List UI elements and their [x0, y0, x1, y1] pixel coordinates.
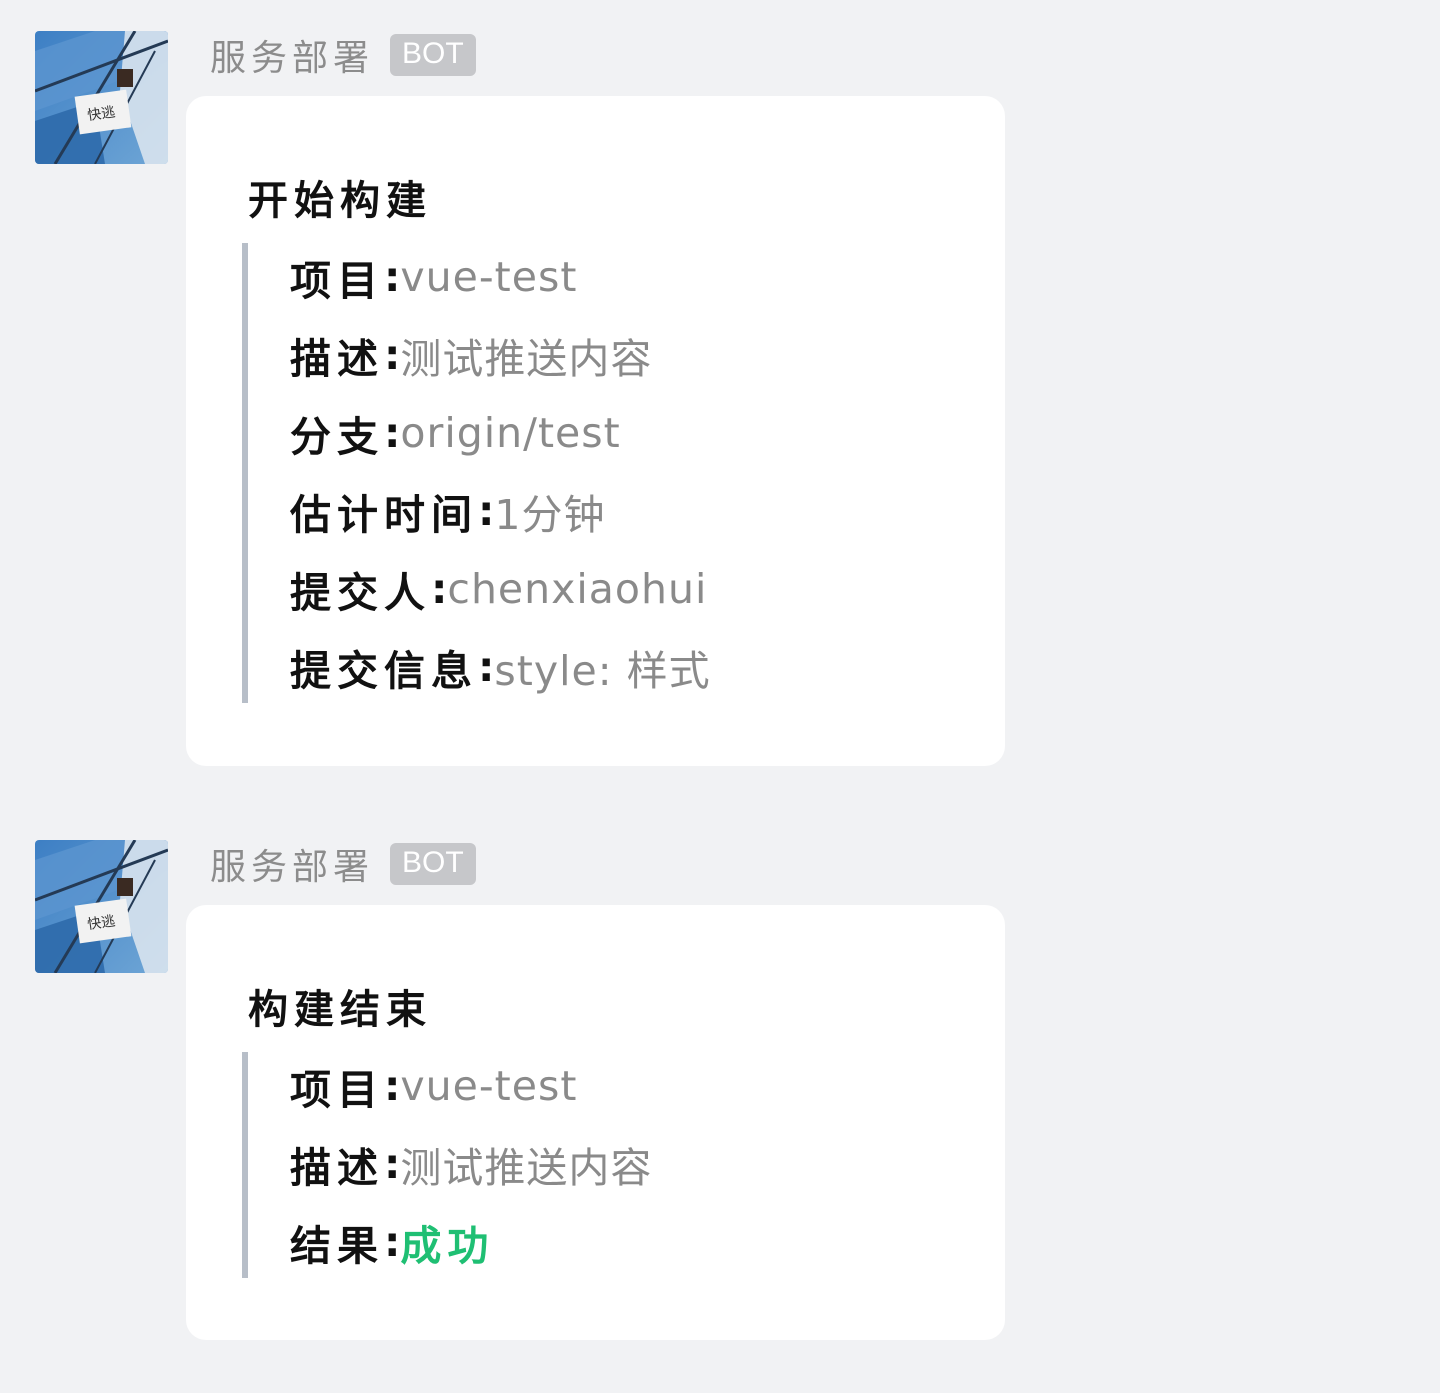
field-result: 结果: 成功	[248, 1203, 652, 1281]
field-branch: 分支: origin/test	[248, 394, 711, 472]
sender-name[interactable]: 服务部署	[210, 29, 374, 81]
field-separator: :	[384, 1140, 401, 1188]
field-value: chenxiaohui	[447, 565, 708, 613]
status-value-success: 成功	[400, 1222, 495, 1270]
field-separator: :	[384, 331, 401, 379]
field-separator: :	[384, 1062, 401, 1110]
bot-badge: BOT	[390, 843, 476, 885]
field-separator: :	[478, 643, 495, 691]
card-title: 开始构建	[248, 177, 432, 224]
field-estimated-time: 估计时间:1分钟	[248, 472, 711, 550]
field-label: 描述	[290, 1144, 384, 1192]
field-value: vue-test	[400, 1062, 578, 1110]
sender-row: 服务部署 BOT	[210, 33, 476, 79]
avatar[interactable]: 快逃	[35, 840, 168, 973]
field-label: 结果	[290, 1222, 384, 1270]
quote-block: 项目: vue-test 描述: 测试推送内容 结果: 成功	[242, 1052, 652, 1278]
field-commit-message: 提交信息: style: 样式	[248, 628, 711, 706]
field-value: 测试推送内容	[400, 335, 653, 383]
bot-badge: BOT	[390, 34, 476, 76]
field-value: origin/test	[400, 409, 621, 457]
message-card: 构建结束 项目: vue-test 描述: 测试推送内容 结果: 成功	[186, 905, 1005, 1340]
quote-block: 项目: vue-test 描述: 测试推送内容 分支: origin/test 估计时…	[242, 243, 711, 703]
field-label: 分支	[290, 413, 384, 461]
sender-name[interactable]: 服务部署	[210, 838, 374, 890]
message-card: 开始构建 项目: vue-test 描述: 测试推送内容 分支: origin/tes…	[186, 96, 1005, 766]
sender-row: 服务部署 BOT	[210, 842, 476, 888]
avatar-photo-icon: 快逃	[35, 31, 168, 164]
avatar-photo-icon: 快逃	[35, 840, 168, 973]
field-value: vue-test	[400, 253, 578, 301]
field-label: 提交人	[290, 569, 431, 617]
field-description: 描述: 测试推送内容	[248, 316, 711, 394]
card-title: 构建结束	[248, 986, 432, 1033]
field-separator: :	[431, 565, 448, 613]
field-value: 1分钟	[494, 491, 606, 539]
field-label: 提交信息	[290, 647, 478, 695]
field-committer: 提交人: chenxiaohui	[248, 550, 711, 628]
field-separator: :	[384, 1218, 401, 1266]
field-value: style: 样式	[494, 647, 711, 695]
field-separator: :	[478, 487, 495, 535]
field-label: 描述	[290, 335, 384, 383]
field-label: 项目	[290, 257, 384, 305]
avatar[interactable]: 快逃	[35, 31, 168, 164]
field-project: 项目: vue-test	[248, 238, 711, 316]
field-description: 描述: 测试推送内容	[248, 1125, 652, 1203]
field-label: 估计时间	[290, 491, 478, 539]
field-label: 项目	[290, 1066, 384, 1114]
field-value: 测试推送内容	[400, 1144, 653, 1192]
field-separator: :	[384, 253, 401, 301]
field-separator: :	[384, 409, 401, 457]
field-project: 项目: vue-test	[248, 1047, 652, 1125]
